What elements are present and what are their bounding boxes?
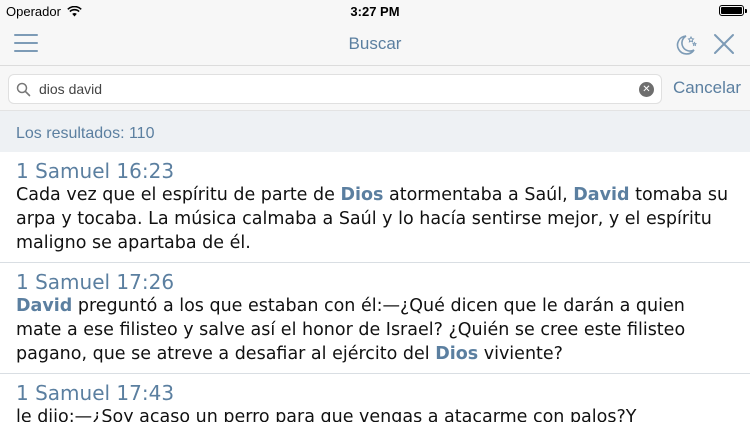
- result-item[interactable]: 1 Samuel 16:23 Cada vez que el espíritu d…: [0, 152, 750, 263]
- text-segment: Cada vez que el espíritu de parte de: [16, 185, 341, 205]
- clear-icon: ✕: [642, 84, 651, 95]
- result-text: le dijo:—¿Soy acaso un perro para que ve…: [16, 405, 734, 422]
- result-text: David preguntó a los que estaban con él:…: [16, 294, 734, 366]
- results-list: 1 Samuel 16:23 Cada vez que el espíritu d…: [0, 152, 750, 422]
- text-segment: preguntó a los que estaban con él:—¿Qué …: [16, 296, 686, 364]
- status-bar: Operador 3:27 PM: [0, 0, 750, 22]
- search-row: dios david ✕ Cancelar: [0, 66, 750, 110]
- battery-icon: [719, 5, 747, 16]
- result-text: Cada vez que el espíritu de parte de Dio…: [16, 183, 734, 255]
- search-field[interactable]: dios david ✕: [8, 74, 662, 104]
- highlighted-term: Dios: [340, 185, 384, 205]
- night-mode-button[interactable]: [672, 32, 698, 58]
- navigation-bar: Buscar: [0, 22, 750, 66]
- highlighted-term: David: [573, 185, 630, 205]
- status-time: 3:27 PM: [350, 4, 400, 19]
- results-count: Los resultados: 110: [0, 110, 750, 152]
- text-segment: viviente?: [478, 344, 563, 364]
- highlighted-term: David: [16, 296, 73, 316]
- moon-stars-icon: [676, 35, 697, 55]
- close-button[interactable]: [712, 32, 736, 56]
- result-item[interactable]: 1 Samuel 17:43 le dijo:—¿Soy acaso un per…: [0, 374, 750, 422]
- result-reference: 1 Samuel 17:26: [16, 270, 175, 294]
- clear-search-button[interactable]: ✕: [639, 82, 654, 97]
- close-icon: [714, 34, 734, 54]
- result-item[interactable]: 1 Samuel 17:26 David preguntó a los que e…: [0, 263, 750, 374]
- text-segment: atormentaba a Saúl,: [383, 185, 574, 205]
- page-title: Buscar: [348, 34, 402, 53]
- highlighted-term: Dios: [435, 344, 479, 364]
- result-reference: 1 Samuel 16:23: [16, 159, 175, 183]
- result-reference: 1 Samuel 17:43: [16, 381, 175, 405]
- search-icon: [16, 82, 31, 97]
- search-input[interactable]: dios david: [39, 81, 102, 97]
- text-segment: le dijo:—¿Soy acaso un perro para que ve…: [16, 407, 637, 422]
- cancel-button[interactable]: Cancelar: [673, 78, 741, 98]
